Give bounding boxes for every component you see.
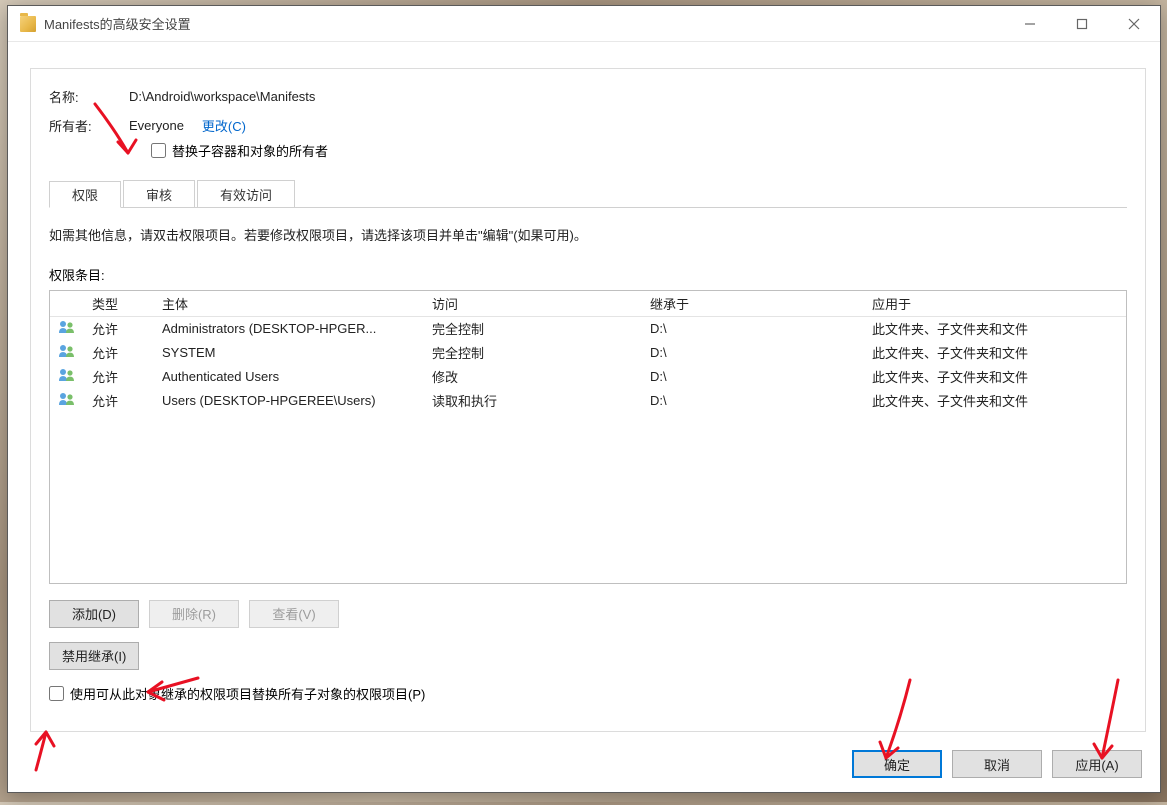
cell-inherited-from: D:\ [642,369,864,384]
col-access[interactable]: 访问 [424,294,642,313]
users-icon [58,347,76,362]
cell-applies-to: 此文件夹、子文件夹和文件 [864,319,1126,338]
cell-applies-to: 此文件夹、子文件夹和文件 [864,391,1126,410]
ok-button[interactable]: 确定 [852,750,942,778]
listview-header: 类型 主体 访问 继承于 应用于 [50,291,1126,317]
folder-icon [20,16,36,32]
tab-permissions[interactable]: 权限 [49,181,121,208]
col-applies-to[interactable]: 应用于 [864,294,1126,313]
cell-access: 完全控制 [424,343,642,362]
replace-owner-label: 替换子容器和对象的所有者 [172,141,328,160]
cell-access: 修改 [424,367,642,386]
name-value: D:\Android\workspace\Manifests [129,89,315,104]
cell-inherited-from: D:\ [642,393,864,408]
replace-child-permissions-label: 使用可从此对象继承的权限项目替换所有子对象的权限项目(P) [70,684,425,703]
cell-principal: Administrators (DESKTOP-HPGER... [154,321,424,336]
permission-entries-label: 权限条目: [49,265,1127,284]
table-row[interactable]: 允许 Authenticated Users 修改 D:\ 此文件夹、子文件夹和… [50,365,1126,389]
replace-child-permissions-checkbox[interactable] [49,686,64,701]
users-icon [58,371,76,386]
table-row[interactable]: 允许 SYSTEM 完全控制 D:\ 此文件夹、子文件夹和文件 [50,341,1126,365]
content-panel: 名称: D:\Android\workspace\Manifests 所有者: … [30,68,1146,732]
cell-applies-to: 此文件夹、子文件夹和文件 [864,343,1126,362]
dialog-footer: 确定 取消 应用(A) [852,750,1142,778]
cell-principal: Authenticated Users [154,369,424,384]
cell-applies-to: 此文件夹、子文件夹和文件 [864,367,1126,386]
apply-button[interactable]: 应用(A) [1052,750,1142,778]
close-button[interactable] [1108,6,1160,41]
cancel-button[interactable]: 取消 [952,750,1042,778]
table-row[interactable]: 允许 Users (DESKTOP-HPGEREE\Users) 读取和执行 D… [50,389,1126,413]
tab-auditing[interactable]: 审核 [123,180,195,207]
view-button: 查看(V) [249,600,339,628]
instruction-text: 如需其他信息，请双击权限项目。若要修改权限项目，请选择该项目并单击"编辑"(如果… [49,226,1127,247]
cell-inherited-from: D:\ [642,345,864,360]
col-inherited-from[interactable]: 继承于 [642,294,864,313]
cell-principal: Users (DESKTOP-HPGEREE\Users) [154,393,424,408]
maximize-button[interactable] [1056,6,1108,41]
cell-type: 允许 [84,343,154,362]
users-icon [58,395,76,410]
cell-access: 读取和执行 [424,391,642,410]
minimize-button[interactable] [1004,6,1056,41]
cell-type: 允许 [84,391,154,410]
cell-type: 允许 [84,319,154,338]
cell-principal: SYSTEM [154,345,424,360]
owner-label: 所有者: [49,116,129,135]
tab-effective-access[interactable]: 有效访问 [197,180,295,207]
cell-inherited-from: D:\ [642,321,864,336]
permission-listview[interactable]: 类型 主体 访问 继承于 应用于 允许 Administrators (DESK… [49,290,1127,584]
titlebar: Manifests的高级安全设置 [8,6,1160,42]
replace-owner-checkbox[interactable] [151,143,166,158]
tab-strip: 权限 审核 有效访问 [49,180,1127,208]
add-button[interactable]: 添加(D) [49,600,139,628]
col-principal[interactable]: 主体 [154,294,424,313]
col-type[interactable]: 类型 [84,294,154,313]
owner-value: Everyone [129,118,184,133]
remove-button: 删除(R) [149,600,239,628]
users-icon [58,323,76,338]
cell-type: 允许 [84,367,154,386]
disable-inheritance-button[interactable]: 禁用继承(I) [49,642,139,670]
window-title: Manifests的高级安全设置 [44,14,1004,33]
cell-access: 完全控制 [424,319,642,338]
name-label: 名称: [49,87,129,106]
table-row[interactable]: 允许 Administrators (DESKTOP-HPGER... 完全控制… [50,317,1126,341]
change-owner-link[interactable]: 更改(C) [202,116,246,135]
advanced-security-window: Manifests的高级安全设置 名称: D:\Android\workspac… [7,5,1161,793]
